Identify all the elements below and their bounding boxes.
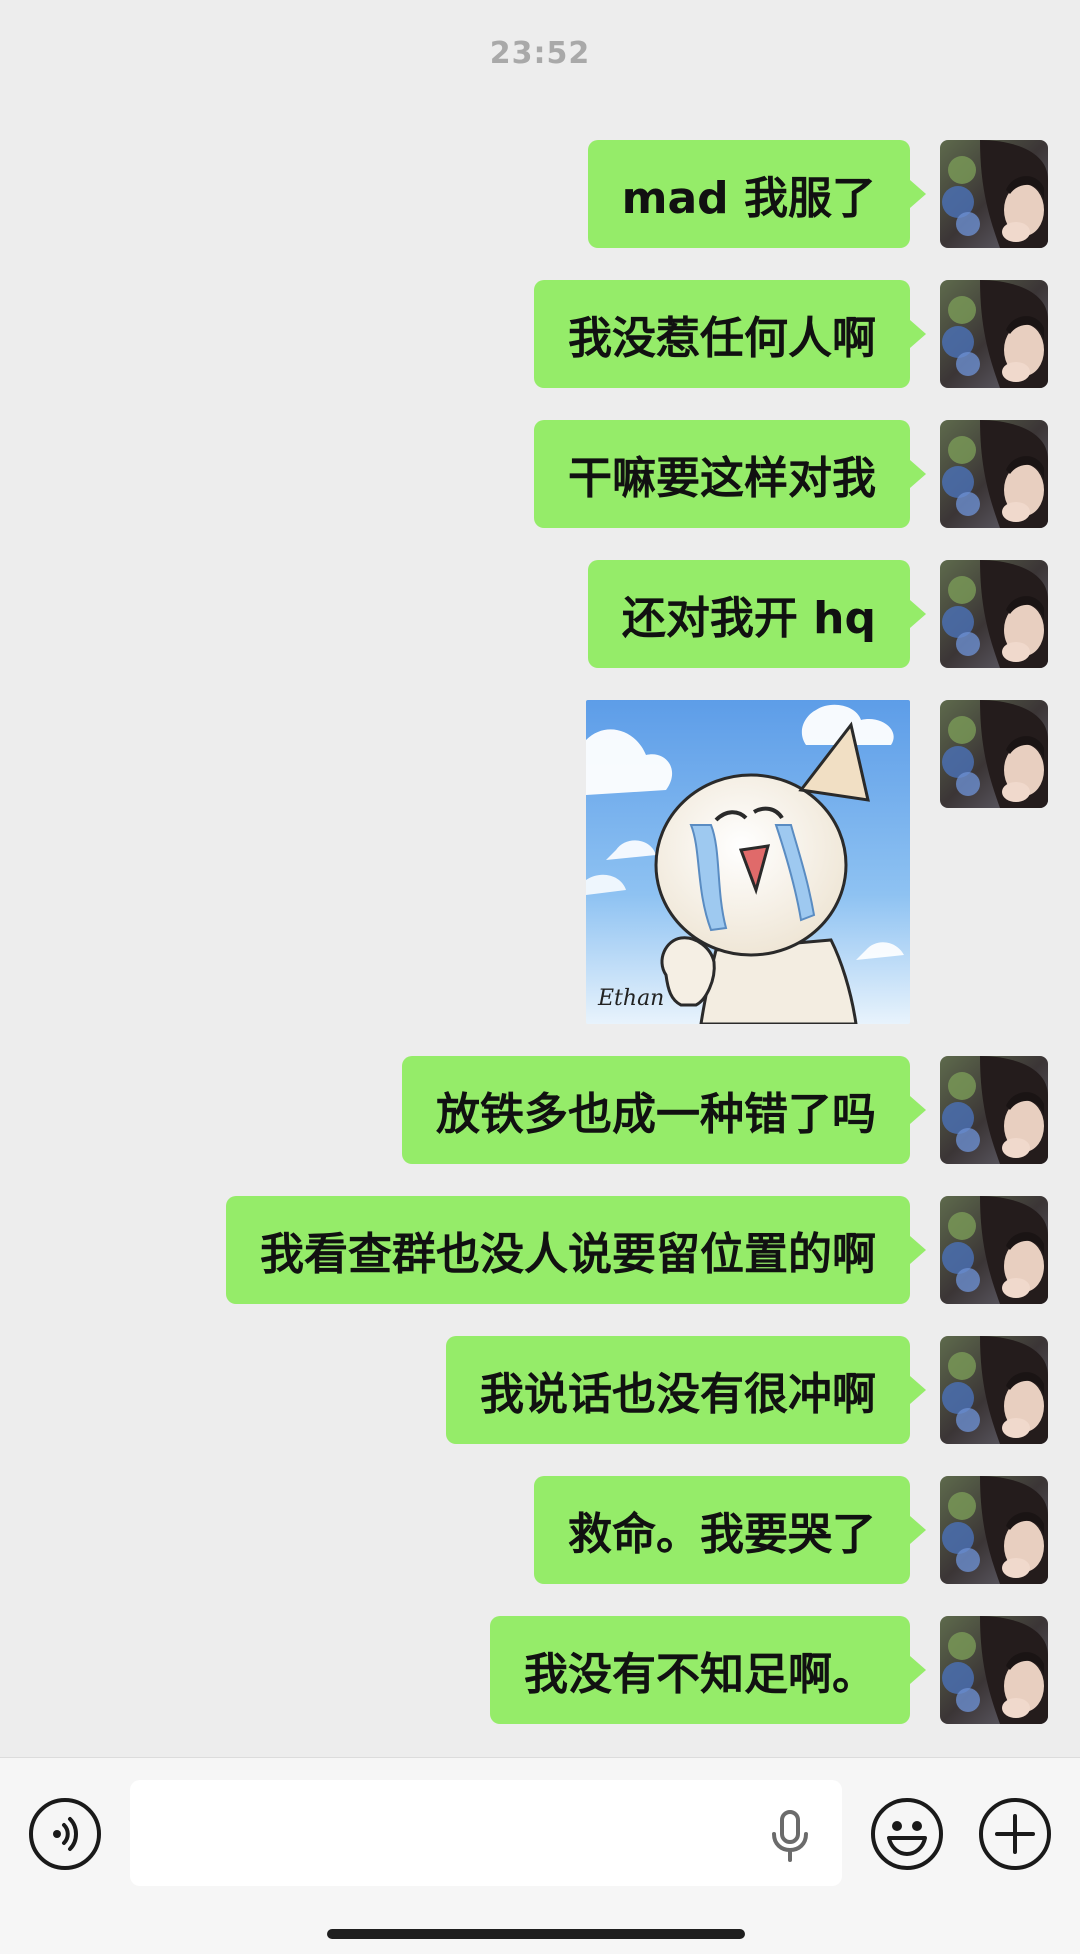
avatar[interactable] (940, 280, 1048, 388)
voice-mode-icon (53, 1817, 78, 1851)
svg-text:Ethan: Ethan (597, 986, 664, 1011)
avatar[interactable] (940, 1196, 1048, 1304)
message-bubble[interactable]: 还对我开 hq (587, 560, 927, 668)
message-input[interactable] (130, 1780, 842, 1886)
avatar[interactable] (940, 140, 1048, 248)
message-row: mad 我服了 (587, 140, 1048, 248)
avatar[interactable] (940, 1336, 1048, 1444)
avatar[interactable] (940, 1056, 1048, 1164)
message-row: 还对我开 hq (587, 560, 1048, 668)
chat-timestamp: 23:52 (489, 36, 591, 71)
avatar[interactable] (940, 1476, 1048, 1584)
avatar[interactable] (940, 560, 1048, 668)
avatar[interactable] (940, 700, 1048, 808)
message-row: 我说话也没有很冲啊 (446, 1336, 1048, 1444)
avatar[interactable] (940, 1616, 1048, 1724)
message-row: 干嘛要这样对我 (534, 420, 1048, 528)
message-row: Ethan (586, 700, 1048, 1024)
emoji-button[interactable] (871, 1798, 943, 1870)
message-row: 放铁多也成一种错了吗 (402, 1056, 1048, 1164)
home-indicator[interactable] (327, 1929, 745, 1939)
crying-cartoon-sticker[interactable]: Ethan (586, 700, 910, 1024)
message-bubble[interactable]: 放铁多也成一种错了吗 (402, 1056, 926, 1164)
message-row: 我看查群也没人说要留位置的啊 (226, 1196, 1048, 1304)
message-bubble[interactable]: 干嘛要这样对我 (534, 420, 926, 528)
message-bubble[interactable]: 我说话也没有很冲啊 (446, 1336, 926, 1444)
voice-mode-button[interactable] (29, 1798, 101, 1870)
message-bubble[interactable]: 我没惹任何人啊 (534, 280, 926, 388)
avatar[interactable] (940, 420, 1048, 528)
message-row: 我没有不知足啊。 (490, 1616, 1048, 1724)
message-bubble[interactable]: 我没有不知足啊。 (490, 1616, 926, 1724)
more-button[interactable] (979, 1798, 1051, 1870)
message-bubble[interactable]: 救命。我要哭了 (534, 1476, 926, 1584)
microphone-icon[interactable] (770, 1810, 810, 1862)
message-bubble[interactable]: 我看查群也没人说要留位置的啊 (226, 1196, 926, 1304)
message-row: 我没惹任何人啊 (534, 280, 1048, 388)
message-bubble[interactable]: mad 我服了 (587, 140, 927, 248)
chat-input-bar (0, 1757, 1080, 1954)
message-row: 救命。我要哭了 (534, 1476, 1048, 1584)
emoji-smile-icon (887, 1821, 927, 1856)
plus-icon (995, 1814, 1035, 1854)
